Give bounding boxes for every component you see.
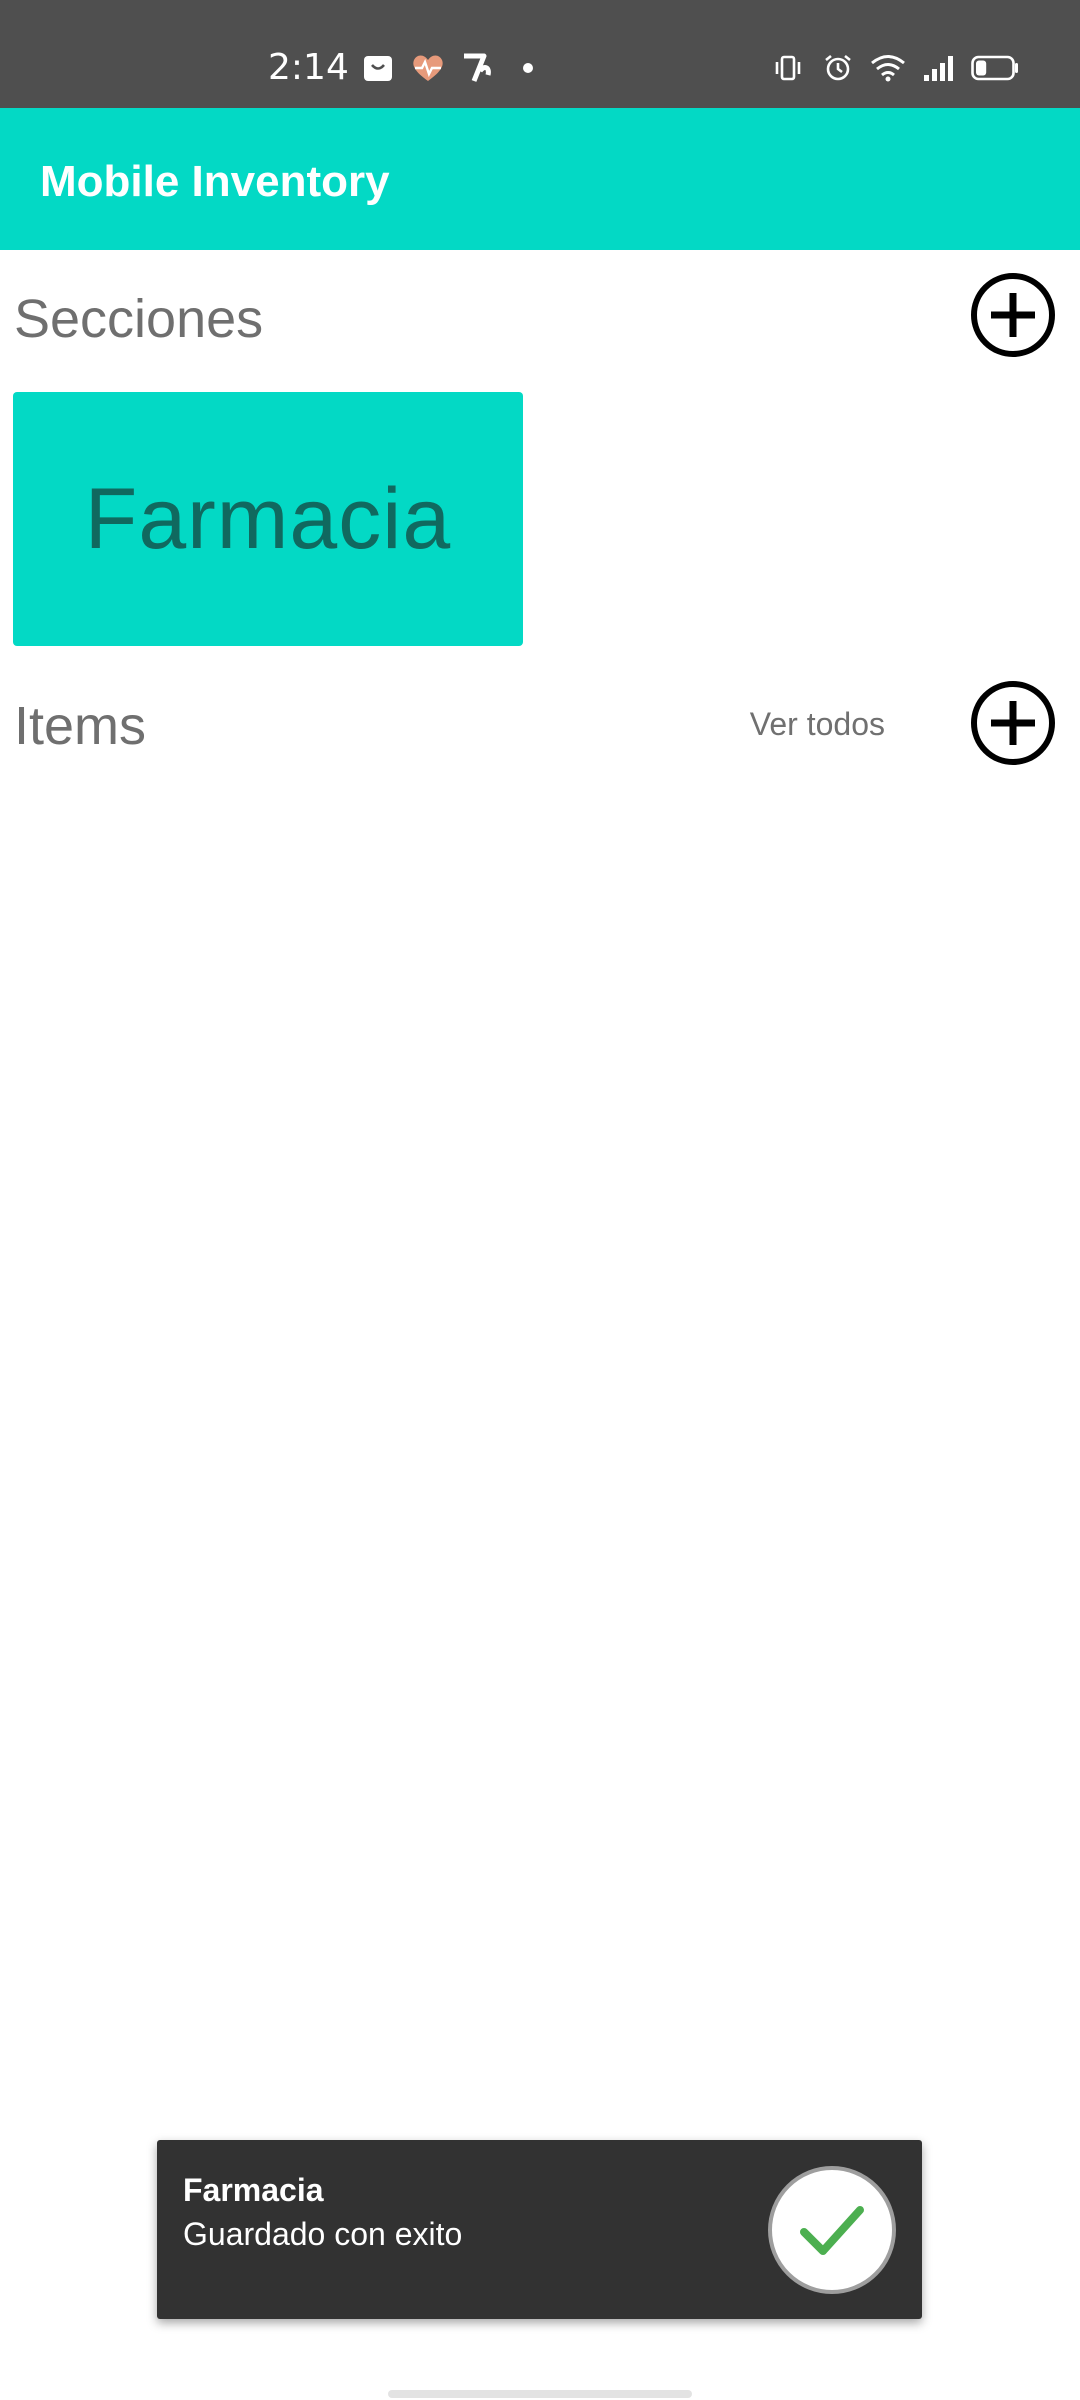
app-logo-icon [460, 50, 496, 86]
gesture-nav-handle[interactable] [388, 2390, 692, 2398]
system-icons [770, 50, 1020, 86]
app-bar: Mobile Inventory [0, 108, 1080, 250]
vibrate-icon [770, 50, 806, 86]
items-heading: Items [14, 696, 147, 756]
status-time: 2:14 [268, 47, 349, 88]
toast-title: Farmacia [183, 2172, 324, 2208]
alarm-icon [820, 50, 856, 86]
see-all-link[interactable]: Ver todos [750, 704, 885, 744]
add-circle-icon [971, 273, 1055, 357]
heart-rate-icon [410, 50, 446, 86]
section-card-label: Farmacia [84, 470, 452, 567]
signal-icon [920, 50, 956, 86]
toast-message: Guardado con exito [183, 2216, 463, 2252]
battery-icon [970, 50, 1020, 86]
bag-icon [360, 50, 396, 86]
status-bar: 2:14 [0, 0, 1080, 108]
sections-heading: Secciones [14, 289, 264, 349]
dot-icon [510, 50, 546, 86]
add-item-button[interactable] [970, 680, 1056, 766]
toast-notification: Farmacia Guardado con exito [157, 2140, 922, 2319]
wifi-icon [870, 50, 906, 86]
section-card-farmacia[interactable]: Farmacia [13, 392, 523, 646]
add-section-button[interactable] [970, 272, 1056, 358]
app-title: Mobile Inventory [40, 157, 390, 206]
add-circle-icon [971, 681, 1055, 765]
notification-icons [360, 50, 546, 86]
check-icon [768, 2166, 896, 2294]
